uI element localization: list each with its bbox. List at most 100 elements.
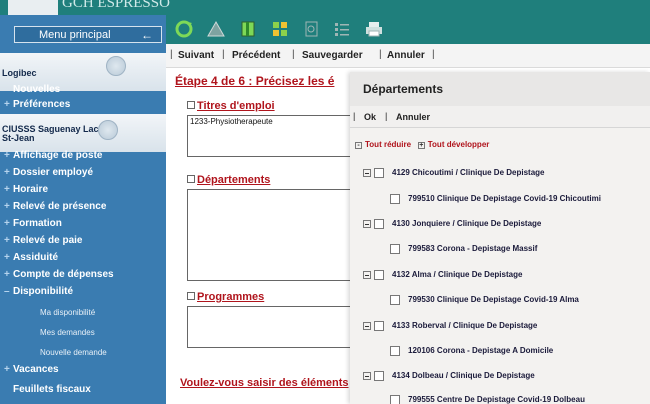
sidebar-item-label: Préférences (13, 99, 71, 110)
print-icon[interactable] (364, 20, 384, 38)
separator: | (432, 49, 435, 60)
leaf-checkbox[interactable] (390, 194, 400, 204)
plus-icon: + (4, 269, 10, 280)
collapse-node-icon[interactable] (363, 220, 371, 228)
tree-node-label: 4133 Roberval / Clinique De Depistage (392, 321, 538, 331)
save-button[interactable]: Sauvegarder (302, 50, 363, 61)
tree-leaf-label: 799583 Corona - Depistage Massif (408, 244, 538, 254)
list-icon[interactable] (332, 20, 352, 38)
plus-box-icon[interactable]: + (417, 142, 425, 149)
tree-node-label: 4130 Jonquiere / Clinique De Depistage (392, 219, 542, 229)
expand-all-link[interactable]: Tout développer (428, 140, 490, 149)
dialog-cancel-button[interactable]: Annuler (396, 112, 430, 122)
sidebar-group-ciusss[interactable]: CIUSSS Saguenay Lac-St-Jean (0, 114, 166, 152)
leaf-checkbox[interactable] (390, 346, 400, 356)
collapse-all-link[interactable]: Tout réduire (365, 140, 411, 149)
main-menu-button[interactable]: Menu principal ← (14, 26, 162, 43)
titres-emploi-field[interactable]: 1233-Physiotherapeute (187, 115, 357, 157)
tree-node-label: 4129 Chicoutimi / Clinique De Depistage (392, 168, 545, 178)
node-checkbox[interactable] (374, 270, 384, 280)
main-menu-label: Menu principal (39, 29, 111, 41)
tree-leaf-799530[interactable]: 799530 Clinique De Depistage Covid-19 Al… (390, 295, 579, 305)
sidebar-group-title: Logibec (2, 68, 37, 78)
sidebar-group-title: CIUSSS Saguenay Lac-St-Jean (2, 124, 102, 143)
question-link[interactable]: Voulez-vous saisir des éléments (180, 377, 349, 389)
sidebar-item-label: Relevé de présence (13, 201, 107, 212)
collapse-box-icon (187, 175, 195, 183)
leaf-checkbox[interactable] (390, 395, 400, 404)
tree-leaf-799583[interactable]: 799583 Corona - Depistage Massif (390, 244, 537, 254)
separator: | (379, 49, 382, 60)
sidebar-item-label: Nouvelles (13, 84, 61, 95)
section-titres-emploi[interactable]: Titres d'emploi (187, 100, 275, 112)
sidebar-item-label: Formation (13, 218, 62, 229)
sidebar-item-label: Relevé de paie (13, 235, 83, 246)
node-checkbox[interactable] (374, 371, 384, 381)
sidebar-item-label: Disponibilité (13, 286, 73, 297)
plus-icon: + (4, 150, 10, 161)
collapse-ring-icon[interactable] (106, 56, 126, 76)
search-doc-icon[interactable] (302, 20, 322, 38)
collapse-node-icon[interactable] (363, 271, 371, 279)
plus-icon: + (4, 184, 10, 195)
dialog-title: Départements (363, 82, 444, 96)
grid-icon[interactable] (270, 20, 290, 38)
separator: | (292, 49, 295, 60)
book-icon[interactable] (238, 20, 258, 38)
separator: | (170, 49, 173, 60)
dialog-action-bar: | Ok | Annuler (350, 106, 650, 128)
node-checkbox[interactable] (374, 168, 384, 178)
sidebar-item-label: Dossier employé (13, 167, 94, 178)
sidebar-item-label: Feuillets fiscaux (13, 384, 91, 395)
tree-node-4133[interactable]: 4133 Roberval / Clinique De Depistage (363, 321, 537, 331)
minus-icon: – (4, 286, 10, 297)
section-departements[interactable]: Départements (187, 174, 270, 186)
refresh-icon[interactable] (174, 20, 194, 38)
next-button[interactable]: Suivant (178, 50, 214, 61)
leaf-checkbox[interactable] (390, 244, 400, 254)
collapse-node-icon[interactable] (363, 322, 371, 330)
tree-node-4134[interactable]: 4134 Dolbeau / Clinique De Depistage (363, 371, 535, 381)
tree-controls: - Tout réduire + Tout développer (355, 140, 489, 149)
icon-toolbar (166, 15, 650, 44)
tree-leaf-120106[interactable]: 120106 Corona - Depistage A Domicile (390, 346, 553, 356)
tree-node-4129[interactable]: 4129 Chicoutimi / Clinique De Depistage (363, 168, 544, 178)
tree-leaf-label: 799555 Centre De Depistage Covid-19 Dolb… (408, 395, 585, 404)
sidebar-subitem-mes-demandes[interactable]: Mes demandes (40, 328, 95, 337)
node-checkbox[interactable] (374, 321, 384, 331)
collapse-node-icon[interactable] (363, 169, 371, 177)
plus-icon: + (4, 252, 10, 263)
app-header: GCH ESPRESSO (0, 0, 650, 15)
minus-box-icon[interactable]: - (355, 142, 362, 149)
cancel-button[interactable]: Annuler (387, 50, 425, 61)
ok-button[interactable]: Ok (364, 112, 376, 122)
departements-field[interactable] (187, 189, 357, 281)
plus-icon: + (4, 167, 10, 178)
programmes-field[interactable] (187, 306, 357, 348)
sidebar-subitem-ma-disponibilite[interactable]: Ma disponibilité (40, 308, 95, 317)
separator: | (385, 111, 388, 121)
section-label: Départements (197, 174, 271, 186)
action-bar: | Suivant | Précédent | Sauvegarder | An… (166, 44, 650, 68)
tree-leaf-799510[interactable]: 799510 Clinique De Depistage Covid-19 Ch… (390, 194, 601, 204)
sidebar-item-label: Assiduité (13, 252, 59, 263)
section-label: Programmes (197, 291, 265, 303)
tree-leaf-label: 799530 Clinique De Depistage Covid-19 Al… (408, 295, 579, 305)
warning-icon[interactable] (206, 20, 226, 38)
tree-node-4132[interactable]: 4132 Alma / Clinique De Depistage (363, 270, 522, 280)
tree-leaf-label: 799510 Clinique De Depistage Covid-19 Ch… (408, 194, 601, 204)
arrow-left-icon: ← (141, 28, 153, 42)
node-checkbox[interactable] (374, 219, 384, 229)
sidebar-item-label: Horaire (13, 184, 49, 195)
leaf-checkbox[interactable] (390, 295, 400, 305)
sidebar-subitem-nouvelle-demande[interactable]: Nouvelle demande (40, 348, 107, 357)
tree-node-4130[interactable]: 4130 Jonquiere / Clinique De Depistage (363, 219, 541, 229)
tree-leaf-799555[interactable]: 799555 Centre De Depistage Covid-19 Dolb… (390, 395, 585, 404)
collapse-node-icon[interactable] (363, 372, 371, 380)
sidebar-item-label: Compte de dépenses (13, 269, 114, 280)
collapse-ring-icon[interactable] (98, 120, 118, 140)
sidebar-item-label: Vacances (13, 364, 59, 375)
separator: | (353, 111, 356, 121)
previous-button[interactable]: Précédent (232, 50, 280, 61)
section-programmes[interactable]: Programmes (187, 291, 264, 303)
